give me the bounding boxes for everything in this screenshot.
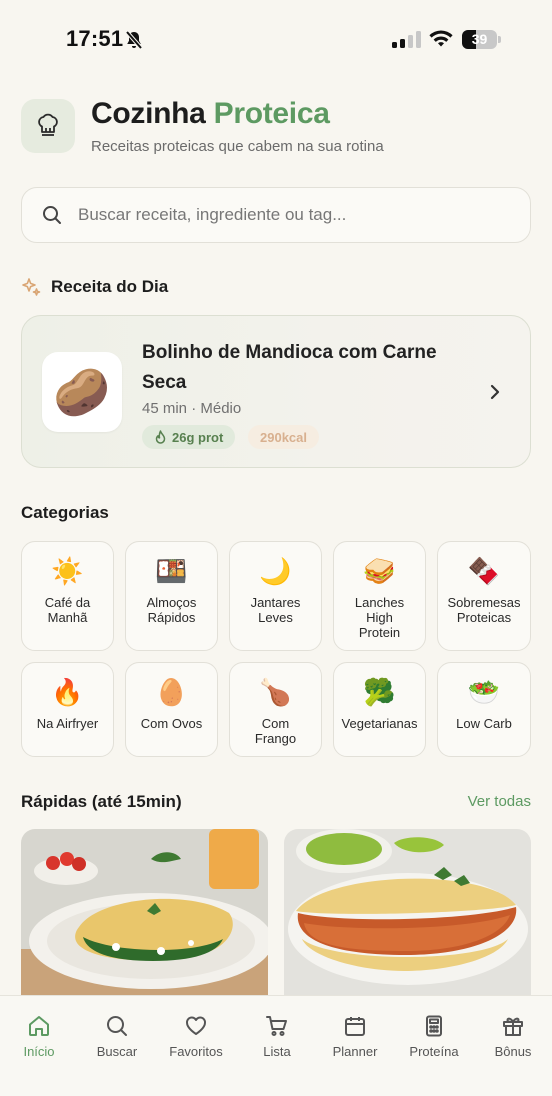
nav-item-lista[interactable]: Lista	[238, 1014, 316, 1059]
nav-label-bonus: Bônus	[494, 1044, 532, 1059]
search-icon	[43, 206, 61, 224]
recipe-card-tapioca-frango[interactable]	[284, 829, 531, 999]
sparkles-icon	[22, 278, 41, 296]
nav-label-planner: Planner	[332, 1044, 378, 1059]
recipe-image-tapioca-frango	[284, 829, 531, 999]
home-icon	[29, 1016, 49, 1036]
nav-label-buscar: Buscar	[96, 1044, 138, 1059]
category-label: Sobremesas Proteicas	[447, 595, 521, 625]
app-subtitle: Receitas proteicas que cabem na sua roti…	[91, 138, 384, 155]
nav-label-favoritos: Favoritos	[169, 1044, 223, 1059]
bell-off-icon	[125, 30, 143, 50]
sandwich-icon: 🥪	[363, 556, 396, 586]
category-label: Jantares Leves	[250, 595, 301, 625]
kcal-badge: 290kcal	[248, 425, 319, 449]
cart-icon	[266, 1016, 287, 1036]
search-box[interactable]	[21, 187, 531, 243]
category-com-frango[interactable]: 🍗 Com Frango	[229, 662, 322, 757]
chocolate-icon: 🍫	[467, 556, 501, 586]
category-label: Café da Manhã	[44, 595, 91, 625]
nav-item-inicio[interactable]: Início	[0, 1014, 78, 1059]
broccoli-icon: 🥦	[363, 677, 396, 707]
fire-icon: 🔥	[51, 677, 84, 707]
heart-icon	[186, 1016, 206, 1035]
nav-item-planner[interactable]: Planner	[316, 1014, 394, 1059]
battery-icon: 39	[462, 30, 502, 49]
category-label: Com Frango	[254, 716, 297, 746]
daily-recipe-meta: 45 min · Médio	[142, 400, 242, 417]
nav-label-inicio: Início	[23, 1044, 55, 1059]
signal-icon	[392, 30, 421, 48]
category-lanches-high-protein[interactable]: 🥪 Lanches High Protein	[333, 541, 426, 651]
category-label: Low Carb	[456, 716, 512, 731]
protein-value: 26g prot	[172, 429, 224, 445]
chicken-leg-icon: 🍗	[259, 677, 292, 707]
calendar-icon	[345, 1017, 365, 1036]
category-sobremesas-proteicas[interactable]: 🍫 Sobremesas Proteicas	[437, 541, 531, 651]
daily-recipe-name: Bolinho de Mandioca com Carne Seca	[142, 342, 437, 393]
chef-hat-icon	[38, 113, 58, 136]
status-time: 17:51	[66, 26, 124, 51]
salad-icon: 🥗	[467, 677, 501, 707]
category-cafe-da-manha[interactable]: ☀️ Café da Manhã	[21, 541, 114, 651]
gift-icon	[503, 1017, 523, 1036]
app-title-main: Cozinha	[91, 97, 206, 130]
category-label: Vegetarianas	[341, 716, 418, 731]
status-bar: 17:51 39	[0, 0, 552, 80]
search-input[interactable]	[78, 205, 498, 225]
recipe-image-omelete	[21, 829, 268, 999]
category-almocos-rapidos[interactable]: 🍱 Almoços Rápidos	[125, 541, 218, 651]
chevron-right-icon	[490, 384, 500, 400]
app-logo	[21, 99, 75, 153]
moon-icon: 🌙	[259, 556, 292, 586]
categories-title: Categorias	[21, 503, 109, 522]
daily-recipe-thumb: 🥔	[42, 352, 122, 432]
category-low-carb[interactable]: 🥗 Low Carb	[437, 662, 531, 757]
daily-recipe-card[interactable]: 🥔 Bolinho de Mandioca com Carne Seca 45 …	[21, 315, 531, 468]
sun-icon: ☀️	[51, 556, 84, 586]
category-vegetarianas[interactable]: 🥦 Vegetarianas	[333, 662, 426, 757]
category-label: Com Ovos	[140, 716, 203, 731]
recipe-card-omelete[interactable]	[21, 829, 268, 999]
nav-label-lista: Lista	[263, 1044, 291, 1059]
nav-item-bonus[interactable]: Bônus	[474, 1014, 552, 1059]
app-title: Cozinha Proteica	[91, 97, 330, 131]
category-jantares-leves[interactable]: 🌙 Jantares Leves	[229, 541, 322, 651]
category-na-airfryer[interactable]: 🔥 Na Airfryer	[21, 662, 114, 757]
calculator-icon	[426, 1015, 442, 1037]
see-all-link[interactable]: Ver todas	[468, 793, 531, 810]
category-label: Na Airfryer	[36, 716, 99, 731]
quick-section-title: Rápidas (até 15min)	[21, 792, 182, 811]
bottom-nav: Início Buscar Favoritos Lista Planner Pr…	[0, 995, 552, 1096]
nav-label-proteina: Proteína	[409, 1044, 459, 1059]
daily-section-header: Receita do Dia	[21, 277, 168, 297]
protein-badge: 26g prot	[142, 425, 236, 449]
nav-item-proteina[interactable]: Proteína	[395, 1014, 473, 1059]
app-title-accent: Proteica	[213, 97, 330, 130]
flame-icon	[155, 430, 166, 444]
category-label: Lanches High Protein	[354, 595, 405, 640]
battery-level: 39	[471, 31, 488, 47]
bento-box-icon: 🍱	[155, 556, 188, 586]
search-icon	[107, 1016, 127, 1036]
category-com-ovos[interactable]: 🥚 Com Ovos	[125, 662, 218, 757]
wifi-icon	[429, 30, 453, 47]
egg-icon: 🥚	[155, 677, 188, 707]
nav-item-favoritos[interactable]: Favoritos	[157, 1014, 235, 1059]
daily-section-title: Receita do Dia	[51, 277, 169, 296]
nav-item-buscar[interactable]: Buscar	[78, 1014, 156, 1059]
category-label: Almoços Rápidos	[146, 595, 197, 625]
